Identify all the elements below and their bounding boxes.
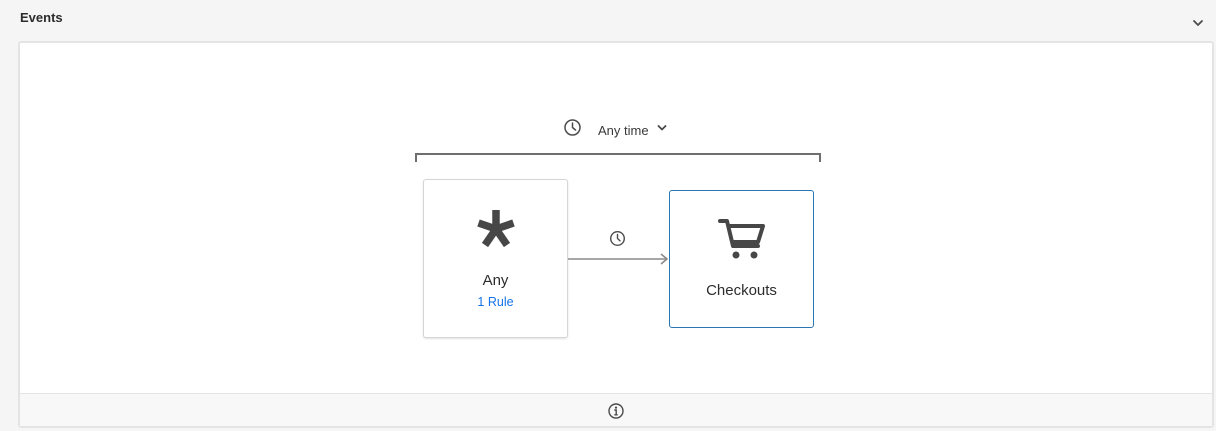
time-constraint-label: Any time [598,122,649,138]
section-title: Events [20,10,63,25]
canvas-footer [20,393,1212,426]
chevron-down-icon [655,121,669,140]
sequence-canvas: Any time Any 1 Rule Checkouts [18,41,1214,428]
node-label: Any [482,272,509,289]
info-icon[interactable] [607,402,625,420]
time-constraint-dropdown[interactable]: Any time [563,118,669,142]
clock-icon [563,118,582,142]
shopping-cart-icon [717,215,766,261]
sequence-bracket [415,153,821,162]
event-node-checkouts[interactable]: Checkouts [669,190,814,328]
clock-icon[interactable] [609,230,626,247]
rule-link[interactable]: 1 Rule [477,295,513,309]
event-node-any[interactable]: Any 1 Rule [423,179,568,338]
chevron-down-icon[interactable] [1189,14,1207,32]
node-label: Checkouts [706,282,777,299]
asterisk-icon [475,208,517,250]
sequence-connector-arrow [568,252,670,266]
